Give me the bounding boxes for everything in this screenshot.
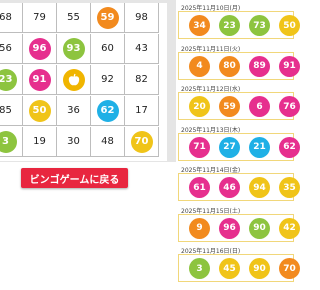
drawn-number-ball: 6 (249, 96, 270, 117)
bingo-cell: 70 (125, 127, 159, 157)
drawn-number-ball: 73 (249, 15, 270, 36)
bingo-cell: 55 (57, 3, 91, 33)
cell-number: 79 (33, 12, 46, 23)
bingo-cell: 98 (125, 3, 159, 33)
drawn-number-ball: 70 (279, 258, 300, 279)
drawn-number-ball: 4 (189, 55, 210, 77)
drawn-number-ball: 35 (279, 177, 300, 198)
drawn-number-ball: 94 (249, 177, 270, 198)
marked-number-ball: 59 (96, 6, 119, 29)
drawn-number-ball: 89 (249, 55, 270, 77)
bingo-cell: 91 (23, 65, 57, 95)
drawn-number-ball: 20 (189, 96, 210, 117)
bingo-cell: 96 (23, 34, 57, 64)
marked-number-ball: 3 (0, 130, 17, 153)
cell-number: 98 (135, 12, 148, 23)
bingo-cell: 17 (125, 96, 159, 126)
marked-number-ball: 93 (62, 37, 85, 60)
drawn-number-ball: 21 (249, 136, 270, 158)
bingo-cell: 19 (23, 127, 57, 157)
cell-number: 60 (101, 43, 114, 54)
bingo-cell: 23 (0, 65, 23, 95)
drawn-number-ball: 90 (249, 258, 270, 279)
bingo-cell: 43 (125, 34, 159, 64)
bingo-cell: 59 (91, 3, 125, 33)
drawn-number-ball: 45 (219, 258, 240, 279)
drawn-number-ball: 42 (279, 217, 300, 239)
bingo-cell: 56 (0, 34, 23, 64)
drawn-number-ball: 61 (189, 177, 210, 198)
drawn-number-ball: 3 (189, 258, 210, 279)
drawn-number-ball: 46 (219, 177, 240, 198)
drawn-number-ball: 27 (219, 136, 240, 158)
bingo-cell: 62 (91, 96, 125, 126)
drawn-number-ball: 59 (219, 96, 240, 117)
bingo-cell: 48 (91, 127, 125, 157)
cell-number: 43 (135, 43, 148, 54)
drawn-number-ball: 80 (219, 55, 240, 77)
marked-number-ball: 62 (96, 99, 119, 122)
history-balls-box: 71 27 21 62 (178, 132, 300, 161)
drawn-number-ball: 76 (279, 96, 300, 117)
history-balls-box: 34 23 73 50 (178, 11, 300, 39)
bingo-cell: 93 (57, 34, 91, 64)
drawn-number-ball: 62 (279, 136, 300, 158)
marked-number-ball: 23 (0, 68, 17, 91)
cell-number: 92 (101, 74, 114, 85)
history-balls-box: 3 45 90 70 (178, 254, 300, 282)
bingo-cell: 36 (57, 96, 91, 126)
history-balls-box: 20 59 6 76 (178, 92, 300, 120)
cell-number: 82 (135, 74, 148, 85)
bingo-cell: 60 (91, 34, 125, 64)
cell-number: 48 (101, 136, 114, 147)
history-balls-box: 61 46 94 35 (178, 173, 300, 201)
bingo-cell: 92 (91, 65, 125, 95)
drawn-number-ball: 91 (279, 55, 300, 77)
bingo-cell (57, 65, 91, 95)
bingo-cell: 79 (23, 3, 57, 33)
bingo-cell: 85 (0, 96, 23, 126)
history-balls-box: 4 80 89 91 (178, 51, 300, 80)
cell-number: 19 (33, 136, 46, 147)
bingo-cell: 82 (125, 65, 159, 95)
marked-number-ball: 70 (130, 130, 153, 153)
marked-number-ball: 96 (28, 37, 51, 60)
cell-number: 36 (67, 105, 80, 116)
drawn-number-ball: 71 (189, 136, 210, 158)
bingo-cell: 68 (0, 3, 23, 33)
drawn-number-ball: 34 (189, 15, 210, 36)
cell-number: 17 (135, 105, 148, 116)
drawn-number-ball: 9 (189, 217, 210, 239)
bingo-card-panel: 68 79 55 59 98 56 96 93 60 43 23 91 92 82 85 50 36 62 17 3 1… (0, 0, 176, 162)
free-space-apple-icon (62, 68, 85, 91)
drawn-number-ball: 23 (219, 15, 240, 36)
marked-number-ball: 91 (28, 68, 51, 91)
cell-number: 85 (0, 105, 12, 116)
cell-number: 68 (0, 12, 12, 23)
bingo-cell: 50 (23, 96, 57, 126)
drawn-number-ball: 96 (219, 217, 240, 239)
bingo-cell: 30 (57, 127, 91, 157)
bingo-card-grid: 68 79 55 59 98 56 96 93 60 43 23 91 92 82 85 50 36 62 17 3 1… (0, 3, 167, 161)
drawn-number-ball: 90 (249, 217, 270, 239)
cell-number: 55 (67, 12, 80, 23)
cell-number: 56 (0, 43, 12, 54)
bingo-cell: 3 (0, 127, 23, 157)
cell-number: 30 (67, 136, 80, 147)
marked-number-ball: 50 (28, 99, 51, 122)
drawn-number-ball: 50 (279, 15, 300, 36)
history-balls-box: 9 96 90 42 (178, 213, 300, 242)
back-to-bingo-button[interactable]: ビンゴゲームに戻る (21, 168, 128, 188)
